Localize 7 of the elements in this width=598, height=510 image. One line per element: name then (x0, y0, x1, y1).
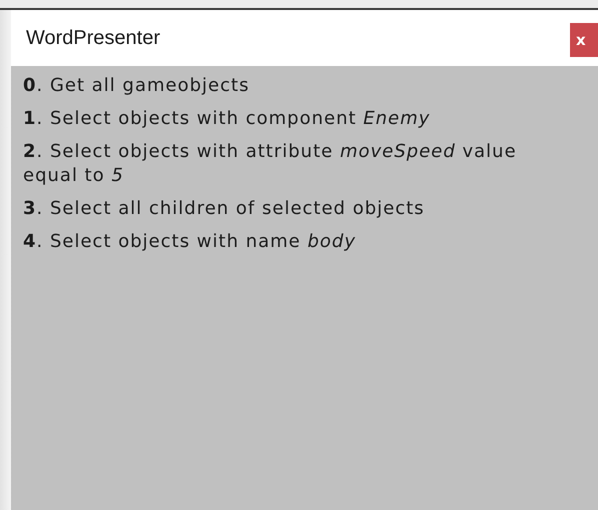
close-button[interactable]: x (570, 23, 598, 57)
window-title: WordPresenter (26, 26, 160, 50)
step-text: 0. Get all gameobjects (23, 74, 250, 98)
step-text: 4. Select objects with name body (23, 230, 358, 254)
step-text: 2. Select objects with attribute moveSpeed value equal to 5 (23, 140, 518, 188)
step-text: 3. Select all children of selected objects (23, 197, 426, 221)
step-text: 1. Select objects with component Enemy (23, 107, 432, 131)
